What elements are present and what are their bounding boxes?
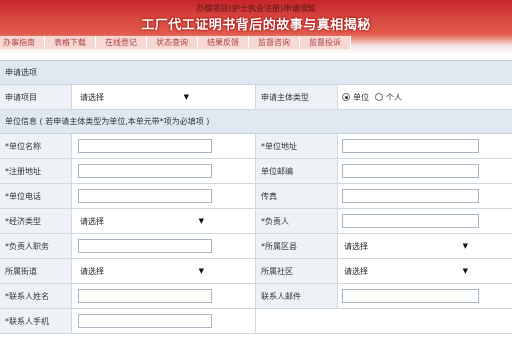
right-field-select[interactable]: 请选择 ▼ (342, 238, 472, 254)
nav-tabs: 办事指南 表格下载 在线登记 状态查询 结果反馈 监督咨询 监督投诉 (0, 36, 351, 49)
field-cell (72, 284, 256, 308)
field-cell: 请选择 ▼ (338, 234, 512, 258)
field-label: 所属街道 (0, 259, 72, 283)
dropdown-arrow-icon: ▼ (462, 267, 468, 275)
field-label: 单位邮编 (256, 159, 338, 183)
radio-person[interactable]: 个人 (375, 92, 402, 103)
left-field-value: 请选择 (80, 266, 104, 276)
application-form: 申请选项 申请项目 请选择 ▼ 申请主体类型 单位 个人 单位信息 (若申请主… (0, 60, 512, 334)
field-label: *单位电话 (0, 184, 72, 208)
text-input[interactable] (342, 214, 479, 228)
field-label: *联系人手机 (0, 309, 72, 333)
headline-overlay: 工厂代工证明书背后的故事与真相揭秘 (141, 18, 371, 33)
field-cell (338, 184, 512, 208)
right-field-select[interactable]: 请选择 ▼ (342, 263, 472, 279)
dropdown-arrow-icon: ▼ (462, 242, 468, 250)
form-row: *经济类型 请选择 ▼ *负责人 (0, 209, 512, 234)
apply-item-label: 申请项目 (0, 85, 72, 109)
section-header-unit: 单位信息 ( 若申请主体类型为单位,本单元带*项为必填项 ) (0, 110, 512, 134)
apply-item-cell: 请选择 ▼ (72, 85, 256, 109)
field-cell: 请选择 ▼ (72, 259, 256, 283)
text-input[interactable] (78, 289, 212, 303)
field-label: 联系人邮件 (256, 284, 338, 308)
apply-item-select[interactable]: 请选择 ▼ (78, 89, 193, 105)
text-input[interactable] (78, 239, 212, 253)
unit-info-rows: *单位名称 *单位地址 *注册地址 单位邮编 *单位电话 传真 *经济类型 请选择 ▼ *负责人 *… (0, 134, 512, 334)
apply-row: 申请项目 请选择 ▼ 申请主体类型 单位 个人 (0, 85, 512, 110)
text-input[interactable] (78, 139, 212, 153)
field-label: *联系人姓名 (0, 284, 72, 308)
radio-unit-label: 单位 (353, 92, 369, 102)
field-cell: 请选择 ▼ (338, 259, 512, 283)
radio-empty-icon (375, 93, 383, 101)
tab-online-register[interactable]: 在线登记 (96, 36, 147, 49)
subject-type-label: 申请主体类型 (256, 85, 338, 109)
radio-unit[interactable]: 单位 (342, 92, 369, 103)
tab-result-feedback[interactable]: 结果反馈 (198, 36, 249, 49)
tab-status-query[interactable]: 状态查询 (147, 36, 198, 49)
form-row: *负责人职务 *所属区县 请选择 ▼ (0, 234, 512, 259)
page: 办理项目(护士执业注册)申请须知 工厂代工证明书背后的故事与真相揭秘 办事指南 … (0, 0, 512, 340)
radio-selected-icon (342, 93, 350, 101)
field-cell (338, 134, 512, 158)
field-cell (338, 159, 512, 183)
text-input[interactable] (342, 189, 479, 203)
notice-title: 办理项目(护士执业注册)申请须知 (196, 4, 316, 13)
field-label: 传真 (256, 184, 338, 208)
form-row: *联系人手机 (0, 309, 512, 334)
field-cell (72, 184, 256, 208)
form-row: *单位名称 *单位地址 (0, 134, 512, 159)
apply-item-value: 请选择 (80, 92, 104, 102)
text-input[interactable] (78, 314, 212, 328)
field-label: *单位名称 (0, 134, 72, 158)
field-label: *负责人职务 (0, 234, 72, 258)
dropdown-arrow-icon: ▼ (183, 93, 189, 101)
text-input[interactable] (78, 189, 212, 203)
field-cell: 请选择 ▼ (72, 209, 256, 233)
field-label: *所属区县 (256, 234, 338, 258)
left-field-value: 请选择 (80, 216, 104, 226)
text-input[interactable] (342, 139, 479, 153)
field-cell (72, 309, 256, 333)
field-cell (72, 134, 256, 158)
left-field-select[interactable]: 请选择 ▼ (78, 213, 208, 229)
dropdown-arrow-icon: ▼ (198, 217, 204, 225)
form-row: *联系人姓名 联系人邮件 (0, 284, 512, 309)
field-label: 所属社区 (256, 259, 338, 283)
subject-type-cell: 单位 个人 (338, 85, 512, 109)
field-cell (72, 234, 256, 258)
text-input[interactable] (342, 289, 479, 303)
tab-download[interactable]: 表格下载 (45, 36, 96, 49)
section-header-apply: 申请选项 (0, 61, 512, 85)
tab-guide[interactable]: 办事指南 (0, 36, 45, 49)
field-cell (338, 284, 512, 308)
field-cell (338, 209, 512, 233)
radio-person-label: 个人 (386, 92, 402, 102)
right-field-value: 请选择 (344, 241, 368, 251)
form-row: *单位电话 传真 (0, 184, 512, 209)
tab-supervision-complaint[interactable]: 监督投诉 (300, 36, 351, 49)
form-row: *注册地址 单位邮编 (0, 159, 512, 184)
field-cell (72, 159, 256, 183)
text-input[interactable] (342, 164, 479, 178)
field-label: *注册地址 (0, 159, 72, 183)
tab-supervision-consult[interactable]: 监督咨询 (249, 36, 300, 49)
field-label: *经济类型 (0, 209, 72, 233)
dropdown-arrow-icon: ▼ (198, 267, 204, 275)
right-field-value: 请选择 (344, 266, 368, 276)
text-input[interactable] (78, 164, 212, 178)
field-label: *单位地址 (256, 134, 338, 158)
left-field-select[interactable]: 请选择 ▼ (78, 263, 208, 279)
form-row: 所属街道 请选择 ▼ 所属社区 请选择 ▼ (0, 259, 512, 284)
field-label: *负责人 (256, 209, 338, 233)
